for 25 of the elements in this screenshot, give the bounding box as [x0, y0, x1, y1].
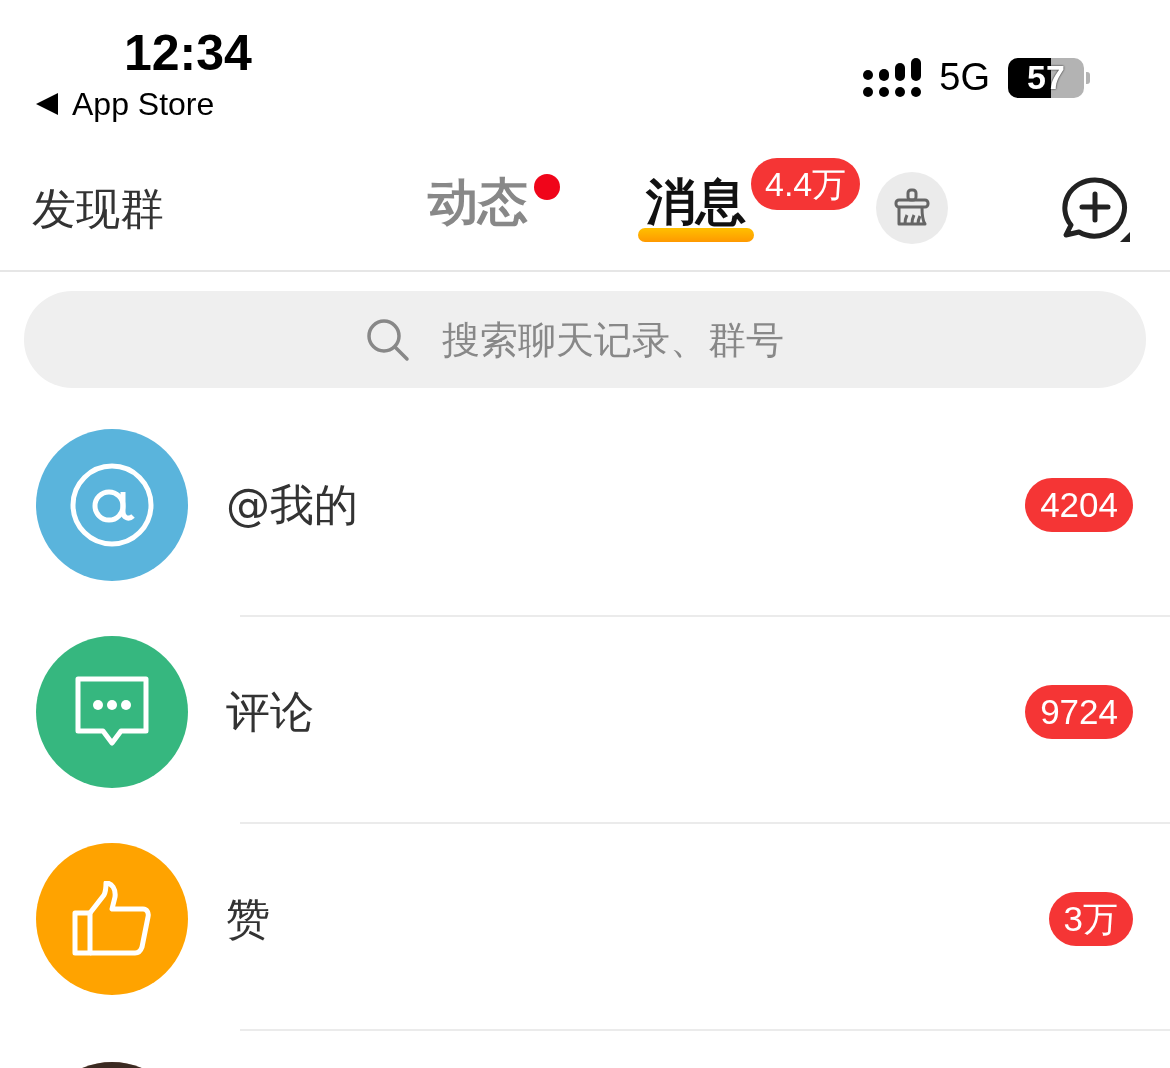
unread-count-badge: 4204 [1025, 478, 1133, 532]
broom-icon [892, 188, 932, 228]
nav-tab[interactable]: 消息 [642, 172, 750, 242]
back-to-app-button[interactable]: App Store [36, 84, 215, 124]
unread-count-badge: 9724 [1025, 685, 1133, 739]
add-chat-icon[interactable] [1060, 176, 1130, 242]
message-row[interactable]: @我的 4204 [0, 410, 1170, 617]
row-title: 赞 [226, 891, 271, 946]
network-label: 5G [939, 56, 990, 99]
thumbs-up-icon [72, 881, 152, 957]
chat-bubble-icon [73, 676, 151, 748]
message-row[interactable]: 赞 3万 [0, 824, 1170, 1031]
status-time: 12:34 [124, 24, 252, 82]
discover-groups-button[interactable]: 发现群 [32, 180, 164, 239]
back-triangle-icon [36, 93, 58, 115]
message-row[interactable]: 评论 9724 [0, 617, 1170, 824]
nav-tab[interactable]: 动态 [424, 172, 532, 242]
search-field[interactable]: 搜索聊天记录、群号 [24, 291, 1146, 388]
unread-count-badge: 4.4万 [751, 158, 861, 210]
unread-count-badge: 3万 [1048, 892, 1133, 946]
at-sign-icon [69, 462, 155, 548]
row-title: 评论 [226, 684, 315, 739]
search-icon [366, 318, 410, 362]
row-title: @我的 [226, 477, 359, 532]
signal-icon [863, 57, 922, 98]
